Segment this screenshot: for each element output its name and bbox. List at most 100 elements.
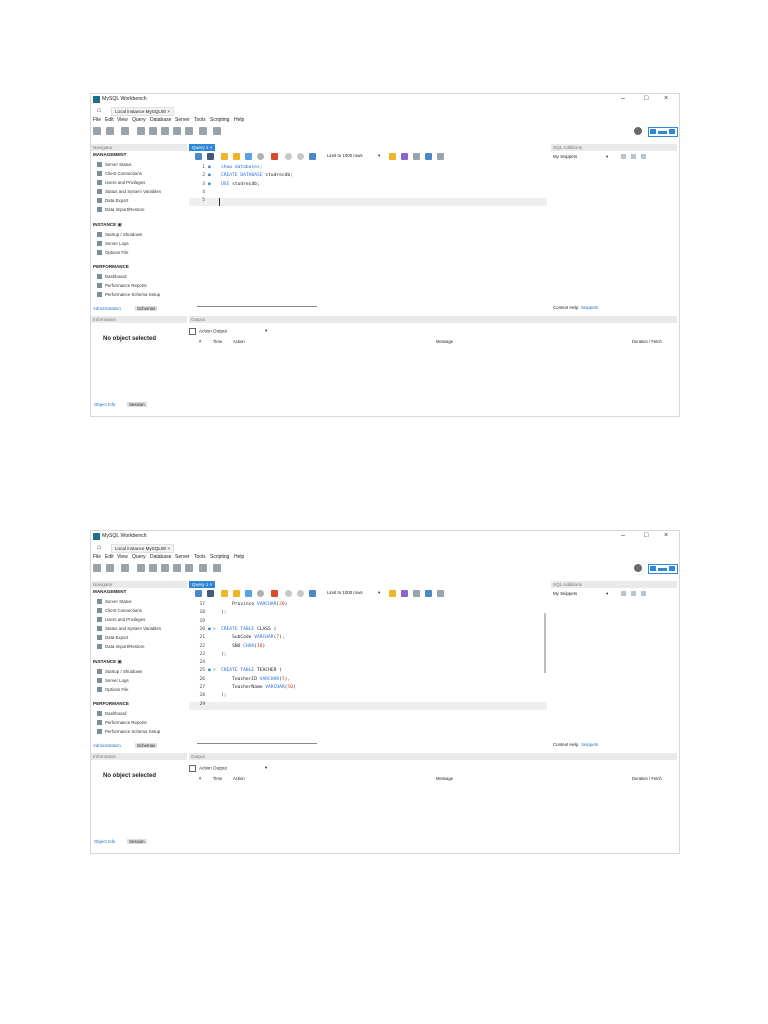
open-sql-script-icon[interactable] xyxy=(106,127,114,135)
copy-snippet-icon[interactable] xyxy=(641,591,646,596)
open-sql-script-icon[interactable] xyxy=(106,564,114,572)
execute-icon[interactable] xyxy=(221,153,228,160)
rollback-icon[interactable] xyxy=(297,590,304,597)
query-tab[interactable]: Query 1 × xyxy=(189,144,216,151)
wrap-icon[interactable] xyxy=(437,590,444,597)
menu-query[interactable]: Query xyxy=(132,554,146,560)
chevron-down-icon[interactable]: ▾ xyxy=(265,328,267,334)
nav-dashboard[interactable]: Dashboard xyxy=(97,711,126,717)
nav-performance-reports[interactable]: Performance Reports xyxy=(97,720,147,726)
close-button[interactable]: × xyxy=(664,95,668,102)
tab-context-help[interactable]: Context Help xyxy=(553,305,578,310)
create-table-icon[interactable] xyxy=(149,127,157,135)
beautify-icon[interactable] xyxy=(389,590,396,597)
limit-rows-select[interactable]: Limit to 1000 rows xyxy=(327,153,363,158)
nav-data-export[interactable]: Data Export xyxy=(97,198,128,204)
fold-toggle-icon[interactable]: ⊖ xyxy=(213,668,216,673)
search-table-data-icon[interactable] xyxy=(199,564,207,572)
menu-scripting[interactable]: Scripting xyxy=(210,554,229,560)
nav-schema-setup[interactable]: Performance Schema Setup xyxy=(97,292,160,298)
editor-horizontal-scrollbar[interactable] xyxy=(197,743,317,744)
create-schema-icon[interactable] xyxy=(137,564,145,572)
maximize-button[interactable]: □ xyxy=(644,95,648,102)
replace-snippet-icon[interactable] xyxy=(631,591,636,596)
editor-vertical-scrollbar[interactable] xyxy=(544,613,546,673)
invisible-chars-icon[interactable] xyxy=(425,590,432,597)
close-icon[interactable]: × xyxy=(167,546,170,551)
menu-edit[interactable]: Edit xyxy=(105,554,114,560)
nav-startup-shutdown[interactable]: Startup / Shutdown xyxy=(97,232,142,238)
rollback-icon[interactable] xyxy=(297,153,304,160)
tab-administration[interactable]: Administration xyxy=(93,306,121,311)
toggle-error-icon[interactable] xyxy=(271,153,278,160)
execute-current-icon[interactable] xyxy=(233,153,240,160)
nav-dashboard[interactable]: Dashboard xyxy=(97,274,126,280)
explain-icon[interactable] xyxy=(245,153,252,160)
inspector-icon[interactable] xyxy=(121,127,129,135)
toggle-error-icon[interactable] xyxy=(271,590,278,597)
menu-database[interactable]: Database xyxy=(150,554,171,560)
nav-options-file[interactable]: Options File xyxy=(97,250,128,256)
output-select[interactable]: Action Output xyxy=(189,328,227,335)
create-procedure-icon[interactable] xyxy=(173,564,181,572)
nav-data-import[interactable]: Data Import/Restore xyxy=(97,207,145,213)
panel-layout-toggle[interactable] xyxy=(648,564,678,574)
reconnect-icon[interactable] xyxy=(213,564,221,572)
menu-view[interactable]: View xyxy=(117,554,128,560)
minimize-button[interactable]: – xyxy=(621,95,625,102)
nav-server-status[interactable]: Server Status xyxy=(97,162,132,168)
menu-scripting[interactable]: Scripting xyxy=(210,117,229,123)
inspector-icon[interactable] xyxy=(121,564,129,572)
reconnect-icon[interactable] xyxy=(213,127,221,135)
nav-server-logs[interactable]: Server Logs xyxy=(97,678,129,684)
close-icon[interactable]: × xyxy=(210,145,213,150)
chevron-down-icon[interactable]: ▾ xyxy=(265,765,267,771)
tab-administration[interactable]: Administration xyxy=(93,743,121,748)
snippets-select[interactable]: My Snippets xyxy=(553,591,577,596)
close-icon[interactable]: × xyxy=(210,582,213,587)
chevron-down-icon[interactable]: ▾ xyxy=(606,591,608,597)
search-icon[interactable] xyxy=(413,590,420,597)
execute-current-icon[interactable] xyxy=(233,590,240,597)
create-table-icon[interactable] xyxy=(149,564,157,572)
chevron-down-icon[interactable]: ▾ xyxy=(378,590,380,596)
nav-client-connections[interactable]: Client Connections xyxy=(97,608,142,614)
execute-icon[interactable] xyxy=(221,590,228,597)
replace-snippet-icon[interactable] xyxy=(631,154,636,159)
output-select[interactable]: Action Output xyxy=(189,765,227,772)
fold-toggle-icon[interactable]: ⊖ xyxy=(213,627,216,632)
wrap-icon[interactable] xyxy=(437,153,444,160)
menu-help[interactable]: Help xyxy=(234,554,244,560)
stop-icon[interactable] xyxy=(257,153,264,160)
nav-server-status[interactable]: Server Status xyxy=(97,599,132,605)
stop-icon[interactable] xyxy=(257,590,264,597)
open-file-icon[interactable] xyxy=(195,153,202,160)
tab-session[interactable]: Session xyxy=(127,839,147,844)
home-icon[interactable]: ⌂ xyxy=(97,544,101,551)
create-schema-icon[interactable] xyxy=(137,127,145,135)
open-file-icon[interactable] xyxy=(195,590,202,597)
nav-startup-shutdown[interactable]: Startup / Shutdown xyxy=(97,669,142,675)
limit-rows-select[interactable]: Limit to 1000 rows xyxy=(327,590,363,595)
invisible-chars-icon[interactable] xyxy=(425,153,432,160)
menu-server[interactable]: Server xyxy=(175,117,190,123)
query-tab[interactable]: Query 1 × xyxy=(189,581,216,588)
nav-users-privileges[interactable]: Users and Privileges xyxy=(97,617,145,623)
nav-status-variables[interactable]: Status and System Variables xyxy=(97,189,161,195)
explain-icon[interactable] xyxy=(245,590,252,597)
nav-schema-setup[interactable]: Performance Schema Setup xyxy=(97,729,160,735)
menu-view[interactable]: View xyxy=(117,117,128,123)
search-icon[interactable] xyxy=(413,153,420,160)
menu-edit[interactable]: Edit xyxy=(105,117,114,123)
sql-editor[interactable]: 17 Province VARCHAR(20) 18); 19 20 ● ⊖ CREATE … xyxy=(189,602,547,740)
menu-file[interactable]: File xyxy=(93,117,101,123)
tab-object-info[interactable]: Object Info xyxy=(94,839,115,844)
nav-performance-reports[interactable]: Performance Reports xyxy=(97,283,147,289)
nav-server-logs[interactable]: Server Logs xyxy=(97,241,129,247)
minimize-button[interactable]: – xyxy=(621,532,625,539)
copy-snippet-icon[interactable] xyxy=(641,154,646,159)
tab-schemas[interactable]: Schemas xyxy=(135,306,158,311)
insert-snippet-icon[interactable] xyxy=(621,591,626,596)
new-sql-tab-icon[interactable] xyxy=(93,127,101,135)
find-icon[interactable] xyxy=(401,590,408,597)
